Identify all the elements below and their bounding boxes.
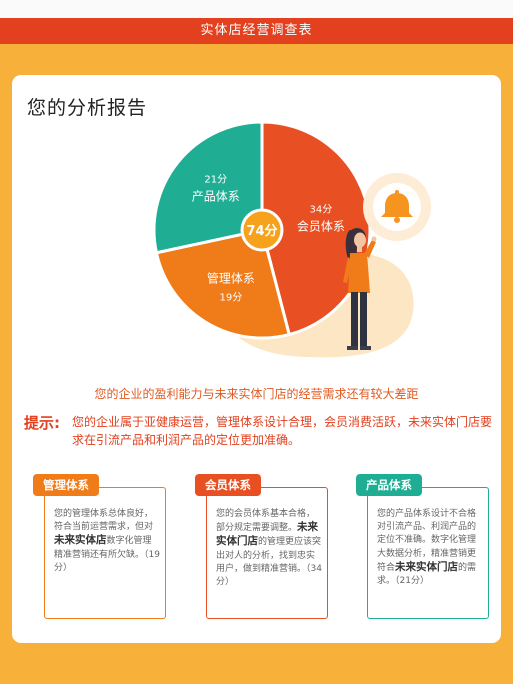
member-system-box: 会员体系 您的会员体系基本合格，部分规定需要调整。未来实体门店的管理更应该突出对… <box>195 474 328 619</box>
slice-value-product: 21分 <box>204 174 227 186</box>
score-pie-chart: 74分 会员体系 34分 管理体系 19分 产品体系 21分 <box>152 120 431 358</box>
product-system-desc: 您的产品体系设计不合格对引流产品、利润产品的定位不准确。数字化管理大数据分析，精… <box>377 509 477 587</box>
conclusion-text: 您的企业的盈利能力与未来实体门店的经营需求还有较大差距 <box>94 387 419 401</box>
slice-label-member: 会员体系 <box>297 219 345 233</box>
tip-text: 您的企业属于亚健康运营，管理体系设计合理，会员消费活跃，未来实体门店要求在引流产… <box>72 415 493 447</box>
bell-bubble <box>363 173 431 241</box>
page-title: 实体店经营调查表 <box>200 23 313 38</box>
management-system-tag: 管理体系 <box>33 474 99 496</box>
member-system-desc: 您的会员体系基本合格，部分规定需要调整。未来实体门店的管理更应该突出对人的分析，… <box>216 509 322 588</box>
product-system-tag: 产品体系 <box>356 474 422 496</box>
browser-top-bar <box>0 0 513 19</box>
management-system-desc: 您的管理体系总体良好，符合当前运营需求，但对未来实体店数字化管理精准营销还有所欠… <box>54 509 160 573</box>
page-header: 实体店经营调查表 <box>0 18 513 44</box>
member-system-tag: 会员体系 <box>195 474 261 496</box>
slice-value-member: 34分 <box>310 203 333 215</box>
report-card: 您的分析报告 74分 会员体系 34分 管理体系 19分 产品体系 21分 您的… <box>12 75 501 643</box>
slice-label-product: 产品体系 <box>192 190 240 204</box>
tip-label: 提示: <box>24 414 60 432</box>
total-score-label: 74分 <box>246 223 277 239</box>
slice-label-management: 管理体系 <box>207 271 255 286</box>
product-system-box: 产品体系 您的产品体系设计不合格对引流产品、利润产品的定位不准确。数字化管理大数… <box>356 474 489 619</box>
management-system-box: 管理体系 您的管理体系总体良好，符合当前运营需求，但对未来实体店数字化管理精准营… <box>33 474 166 619</box>
slice-value-management: 19分 <box>219 292 242 304</box>
